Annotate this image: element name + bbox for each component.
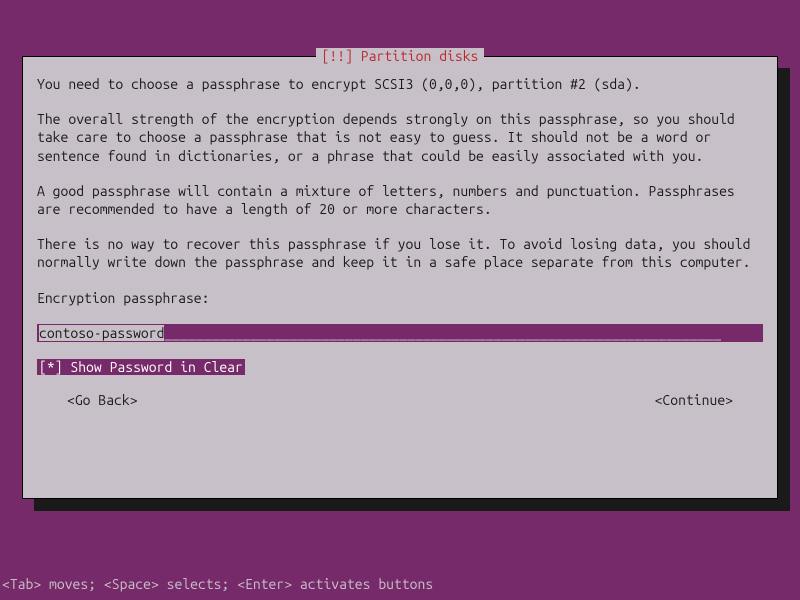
- passphrase-value: contoso-password: [39, 325, 164, 341]
- continue-button[interactable]: <Continue>: [655, 392, 733, 408]
- paragraph-3: A good passphrase will contain a mixture…: [37, 182, 763, 218]
- paragraph-1: You need to choose a passphrase to encry…: [37, 75, 763, 93]
- paragraph-4: There is no way to recover this passphra…: [37, 235, 763, 271]
- passphrase-label: Encryption passphrase:: [37, 289, 763, 307]
- partition-dialog: [!!] Partition disks You need to choose …: [22, 56, 778, 499]
- passphrase-input[interactable]: contoso-password________________________…: [37, 324, 763, 342]
- paragraph-2: The overall strength of the encryption d…: [37, 110, 763, 165]
- dialog-title-bar: [!!] Partition disks: [23, 48, 777, 64]
- button-row: <Go Back> <Continue>: [37, 392, 763, 408]
- help-bar: <Tab> moves; <Space> selects; <Enter> ac…: [0, 576, 435, 592]
- go-back-button[interactable]: <Go Back>: [67, 392, 138, 408]
- input-underline: ________________________________________…: [164, 325, 721, 341]
- show-password-checkbox[interactable]: [*] Show Password in Clear: [37, 359, 763, 375]
- checkbox-marker: [*]: [39, 359, 63, 375]
- dialog-title: [!!] Partition disks: [316, 48, 485, 64]
- checkbox-label: Show Password in Clear: [63, 359, 243, 375]
